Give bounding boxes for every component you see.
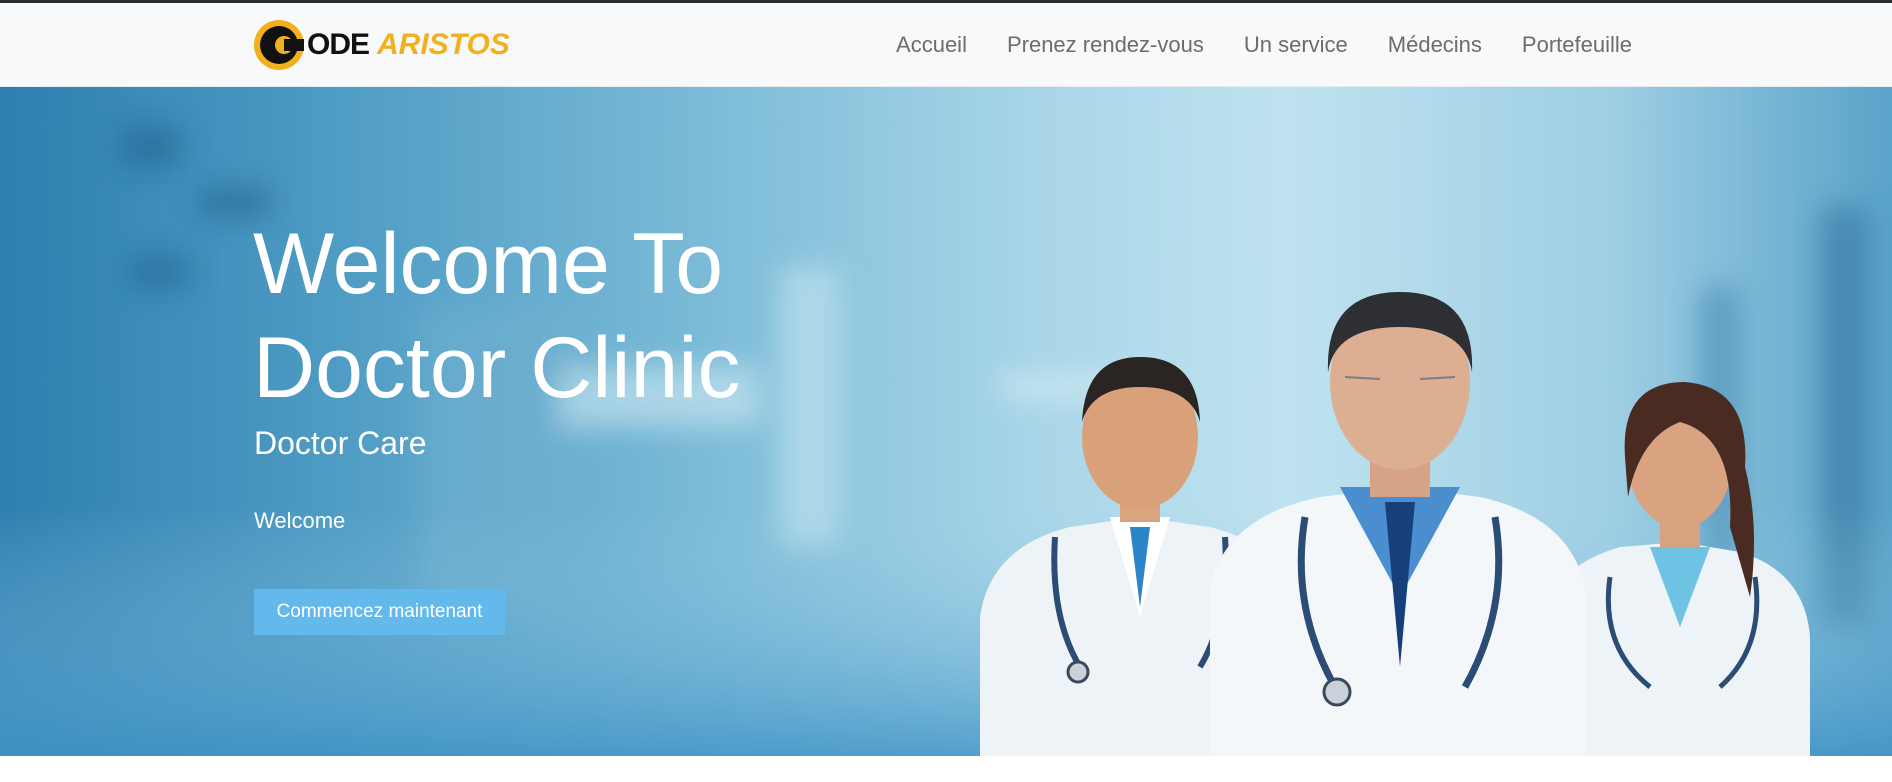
brand-logo[interactable]: ODE ARISTOS <box>253 19 510 71</box>
logo-mark-icon <box>254 20 304 70</box>
hero-banner: Welcome To Doctor Clinic Doctor Care Wel… <box>0 87 1892 756</box>
nav-link-accueil[interactable]: Accueil <box>896 32 967 58</box>
logo-text-primary: ODE <box>307 28 370 61</box>
doctors-photo-icon <box>980 292 1810 756</box>
nav-link-doctors[interactable]: Médecins <box>1388 32 1482 58</box>
nav-link-appointment[interactable]: Prenez rendez-vous <box>1007 32 1204 58</box>
nav-link-service[interactable]: Un service <box>1244 32 1348 58</box>
main-navigation: Accueil Prenez rendez-vous Un service Mé… <box>856 3 1632 87</box>
hero-text: Welcome <box>254 508 346 533</box>
navbar: ODE ARISTOS Accueil Prenez rendez-vous U… <box>0 3 1892 87</box>
nav-link-portfolio[interactable]: Portefeuille <box>1522 32 1632 58</box>
logo-text-secondary: ARISTOS <box>377 28 510 61</box>
page-bottom-area <box>0 756 1892 782</box>
hero-title-line1: Welcome To <box>253 216 724 312</box>
start-now-button[interactable]: Commencez maintenant <box>254 589 505 635</box>
hero-title-line2: Doctor Clinic <box>253 320 741 416</box>
hero-title: Welcome To Doctor Clinic <box>253 212 953 420</box>
hero-subtitle: Doctor Care <box>254 425 427 461</box>
